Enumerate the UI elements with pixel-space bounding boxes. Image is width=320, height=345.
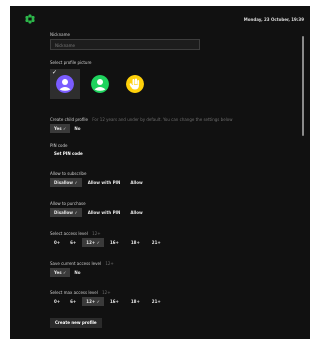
max-access-title: Select max access level [50, 290, 98, 295]
avatar-yellow-hand-icon [126, 75, 144, 93]
child-profile-no[interactable]: No [70, 124, 84, 133]
avatar-green-person-icon [91, 75, 109, 93]
save-access-hint: 12+ [105, 261, 114, 266]
profile-picture-label: Select profile picture [50, 60, 92, 65]
scrollbar[interactable] [302, 36, 304, 136]
save-access-label: Save current access level 12+ [50, 261, 114, 266]
access-level-21[interactable]: 21+ [148, 238, 165, 247]
nickname-placeholder: Nickname [55, 43, 75, 48]
max-access-21[interactable]: 21+ [148, 297, 165, 306]
purchase-options: Disallow ✓ Allow with PIN Allow [50, 208, 147, 217]
max-access-16[interactable]: 16+ [106, 297, 123, 306]
access-level-title: Select access level [50, 231, 88, 236]
purchase-allow[interactable]: Allow [126, 208, 146, 217]
access-level-18[interactable]: 18+ [127, 238, 144, 247]
child-profile-label: Create child profile For 12 years and un… [50, 117, 233, 122]
max-access-6[interactable]: 6+ [66, 297, 80, 306]
access-level-16[interactable]: 16+ [106, 238, 123, 247]
access-level-6[interactable]: 6+ [66, 238, 80, 247]
max-access-18[interactable]: 18+ [127, 297, 144, 306]
avatar-option-purple[interactable]: ✓ [50, 69, 80, 99]
app-logo-icon [25, 14, 35, 24]
child-profile-title: Create child profile [50, 117, 88, 122]
child-profile-options: Yes ✓ No [50, 124, 84, 133]
child-profile-hint: For 12 years and under by default. You c… [92, 117, 233, 122]
selected-check-icon: ✓ [52, 69, 58, 76]
access-level-label: Select access level 12+ [50, 231, 101, 236]
access-level-12[interactable]: 12+ ✓ [82, 238, 104, 247]
access-level-options: 0+ 6+ 12+ ✓ 16+ 18+ 21+ [50, 238, 165, 247]
save-access-title: Save current access level [50, 261, 102, 266]
purchase-label: Allow to purchase [50, 201, 86, 206]
nickname-label: Nickname [50, 32, 70, 37]
access-level-0[interactable]: 0+ [50, 238, 64, 247]
set-pin-button[interactable]: Set PIN code [54, 151, 83, 157]
pin-label: PIN code [50, 143, 68, 148]
access-level-hint: 12+ [92, 231, 101, 236]
subscribe-allow-with-pin[interactable]: Allow with PIN [84, 178, 125, 187]
max-access-options: 0+ 6+ 12+ ✓ 16+ 18+ 21+ [50, 297, 165, 306]
subscribe-disallow[interactable]: Disallow ✓ [50, 178, 82, 187]
avatar-purple-person-icon [56, 75, 74, 93]
max-access-12[interactable]: 12+ ✓ [82, 297, 104, 306]
save-access-options: Yes ✓ No [50, 268, 84, 277]
max-access-hint: 12+ [102, 290, 111, 295]
avatar-option-yellow[interactable] [120, 69, 150, 99]
nickname-input[interactable]: Nickname [50, 39, 200, 50]
subscribe-label: Allow to subscribe [50, 171, 87, 176]
purchase-disallow[interactable]: Disallow ✓ [50, 208, 82, 217]
subscribe-options: Disallow ✓ Allow with PIN Allow [50, 178, 147, 187]
app-screen: Monday, 23 October, 19:39 Nickname Nickn… [10, 6, 310, 339]
max-access-0[interactable]: 0+ [50, 297, 64, 306]
child-profile-yes[interactable]: Yes ✓ [50, 124, 71, 133]
avatar-option-green[interactable] [85, 69, 115, 99]
date-time: Monday, 23 October, 19:39 [243, 17, 304, 22]
subscribe-allow[interactable]: Allow [126, 178, 146, 187]
save-access-no[interactable]: No [70, 268, 84, 277]
max-access-label: Select max access level 12+ [50, 290, 111, 295]
save-access-yes[interactable]: Yes ✓ [50, 268, 71, 277]
create-profile-button[interactable]: Create new profile [50, 318, 102, 328]
purchase-allow-with-pin[interactable]: Allow with PIN [84, 208, 125, 217]
